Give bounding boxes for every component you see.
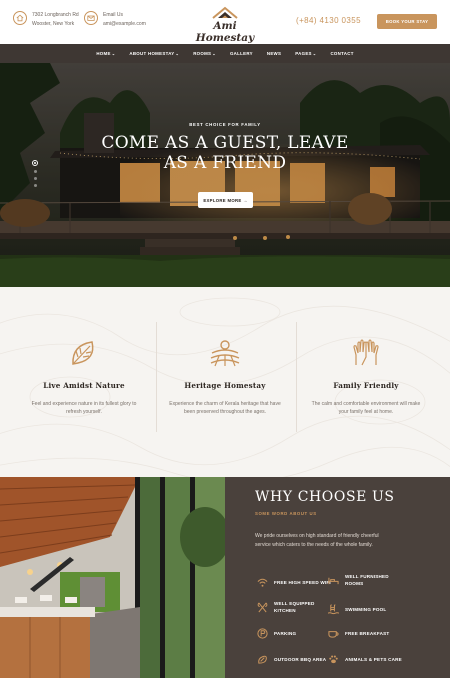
home-icon — [13, 11, 27, 25]
nav-item-pages[interactable]: PAGES ⌄ — [295, 51, 316, 56]
nav-item-home[interactable]: HOME ⌄ — [96, 51, 115, 56]
bed-icon — [327, 574, 339, 586]
amenity-pets: ANIMALS & PETS CARE — [327, 653, 402, 665]
email-link[interactable]: ami@example.com — [103, 20, 146, 29]
feature-description: The calm and comfortable environment wil… — [311, 401, 421, 415]
nav-item-about-homestay[interactable]: ABOUT HOMESTAY ⌄ — [129, 51, 179, 56]
feature-card-nature: Live Amidst Nature Feel and experience n… — [9, 287, 159, 477]
why-body-text: We pride ourselves on high standard of f… — [255, 533, 379, 548]
feature-title: Family Friendly — [333, 381, 399, 390]
amenity-label: FREE HIGH SPEED WIFI — [274, 579, 331, 585]
slider-dot-active[interactable] — [32, 160, 38, 166]
feature-title: Heritage Homestay — [184, 381, 266, 390]
amenity-label-line-1: WELL EQUIPPED — [274, 601, 315, 606]
wifi-icon — [256, 576, 268, 588]
slider-dots — [32, 160, 38, 187]
amenity-pool: SWIMMING POOL — [327, 603, 386, 615]
hero-eyebrow: BEST CHOICE FOR FAMILY — [189, 122, 261, 127]
chevron-down-icon: ⌄ — [175, 51, 180, 56]
envelope-icon — [84, 11, 98, 25]
slider-dot[interactable] — [33, 170, 37, 173]
pool-icon — [327, 603, 339, 615]
bbq-icon — [256, 653, 268, 665]
hero-headline: COME AS A GUEST, LEAVE AS A FRIEND — [60, 133, 390, 173]
explore-more-button[interactable]: EXPLORE MORE → — [198, 192, 253, 208]
farm-field-icon — [210, 340, 240, 367]
email-label: Email Us — [103, 12, 124, 18]
address-block: 7302 Longbranch Rd Wooster, New York — [13, 11, 79, 29]
nav-label: CONTACT — [330, 51, 354, 56]
paw-icon — [327, 653, 339, 665]
features-section: Live Amidst Nature Feel and experience n… — [0, 287, 450, 477]
chevron-down-icon: ⌄ — [312, 51, 317, 56]
amenity-label: SWIMMING POOL — [345, 606, 387, 612]
main-nav: HOME ⌄ ABOUT HOMESTAY ⌄ ROOMS ⌄ GALLERY NEW… — [0, 44, 450, 63]
amenity-label: WELL EQUIPPED KITCHEN — [274, 600, 315, 614]
hero-headline-line-1: COME AS A GUEST, LEAVE — [101, 133, 349, 153]
why-choose-us-section: WHY CHOOSE US SOME WORD ABOUT US We prid… — [0, 477, 450, 678]
phone-number[interactable]: (+84) 4130 0355 — [296, 16, 361, 25]
site-logo[interactable]: Ami Homestay — [188, 6, 262, 44]
amenity-bbq: OUTDOOR BBQ AREA — [256, 653, 326, 665]
amenity-wifi: FREE HIGH SPEED WIFI — [256, 576, 331, 588]
amenity-label: WELL FURNISHED ROOMS — [345, 573, 389, 587]
slider-dot[interactable] — [33, 177, 37, 180]
nav-label: PAGES — [295, 51, 312, 56]
feature-card-family: Family Friendly The calm and comfortable… — [291, 287, 441, 477]
amenity-parking: PARKING — [256, 627, 296, 639]
leaf-icon — [72, 341, 94, 365]
amenity-label: FREE BREAKFAST — [345, 630, 390, 636]
amenity-label-line-2: ROOMS — [345, 581, 364, 586]
hero-house-photo — [0, 63, 450, 287]
amenity-label-line-2: KITCHEN — [274, 608, 296, 613]
book-your-stay-button[interactable]: BOOK YOUR STAY — [377, 14, 437, 29]
hands-icon — [353, 339, 379, 366]
address-line-1: 7302 Longbranch Rd — [32, 12, 79, 18]
mountain-roof-logo-icon — [212, 6, 238, 19]
nav-item-contact[interactable]: CONTACT — [330, 51, 353, 56]
feature-title: Live Amidst Nature — [43, 381, 125, 390]
nav-label: ABOUT HOMESTAY — [129, 51, 175, 56]
nav-item-news[interactable]: NEWS — [267, 51, 281, 56]
amenity-kitchen: WELL EQUIPPED KITCHEN — [256, 600, 315, 614]
amenity-breakfast: FREE BREAKFAST — [327, 627, 389, 639]
hero-headline-line-2: AS A FRIEND — [163, 153, 287, 173]
slider-dot[interactable] — [33, 184, 37, 187]
nav-label: NEWS — [266, 51, 282, 56]
interior-photo — [0, 477, 225, 678]
coffee-icon — [327, 627, 339, 639]
nav-label: ROOMS — [193, 51, 212, 56]
nav-label: HOME — [96, 51, 111, 56]
amenity-label: ANIMALS & PETS CARE — [345, 656, 402, 662]
email-block[interactable]: Email Us ami@example.com — [84, 11, 146, 29]
hero-slider: BEST CHOICE FOR FAMILY COME AS A GUEST, … — [0, 63, 450, 287]
chevron-down-icon: ⌄ — [212, 51, 216, 56]
why-subtitle: SOME WORD ABOUT US — [255, 511, 317, 516]
nav-item-rooms[interactable]: ROOMS ⌄ — [193, 51, 216, 56]
amenity-label: OUTDOOR BBQ AREA — [274, 656, 327, 662]
amenity-label: PARKING — [274, 630, 297, 636]
nav-label: GALLERY — [229, 51, 253, 56]
feature-description: Feel and experience nature in its fulles… — [31, 401, 137, 415]
utensils-icon — [256, 601, 268, 613]
why-title: WHY CHOOSE US — [255, 489, 395, 505]
feature-description: Experience the charm of Kerala heritage … — [169, 401, 281, 415]
top-header: 7302 Longbranch Rd Wooster, New York Ema… — [0, 0, 450, 44]
parking-icon — [256, 627, 268, 639]
chevron-down-icon: ⌄ — [111, 51, 116, 56]
logo-text: Ami Homestay — [195, 20, 255, 44]
nav-item-gallery[interactable]: GALLERY — [230, 51, 253, 56]
amenity-label-line-1: WELL FURNISHED — [345, 574, 389, 579]
feature-card-heritage: Heritage Homestay Experience the charm o… — [150, 287, 300, 477]
amenity-rooms: WELL FURNISHED ROOMS — [327, 573, 389, 587]
address-line-2: Wooster, New York — [32, 21, 75, 27]
